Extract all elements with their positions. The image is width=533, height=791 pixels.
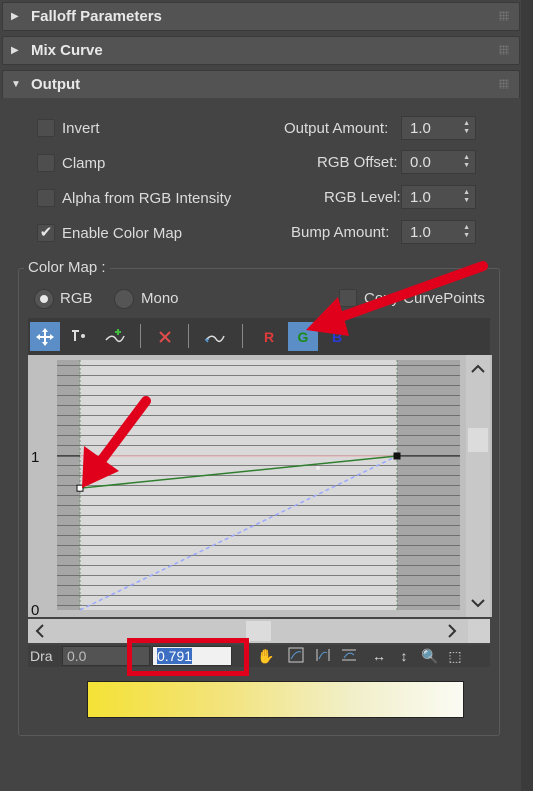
annotation-layer [82, 261, 488, 488]
color-map-gradient-preview [87, 681, 464, 718]
arrow-to-g-button-annotation [306, 261, 488, 336]
arrow-to-curve-point-annotation [82, 396, 151, 488]
right-edge-panel [521, 0, 533, 791]
